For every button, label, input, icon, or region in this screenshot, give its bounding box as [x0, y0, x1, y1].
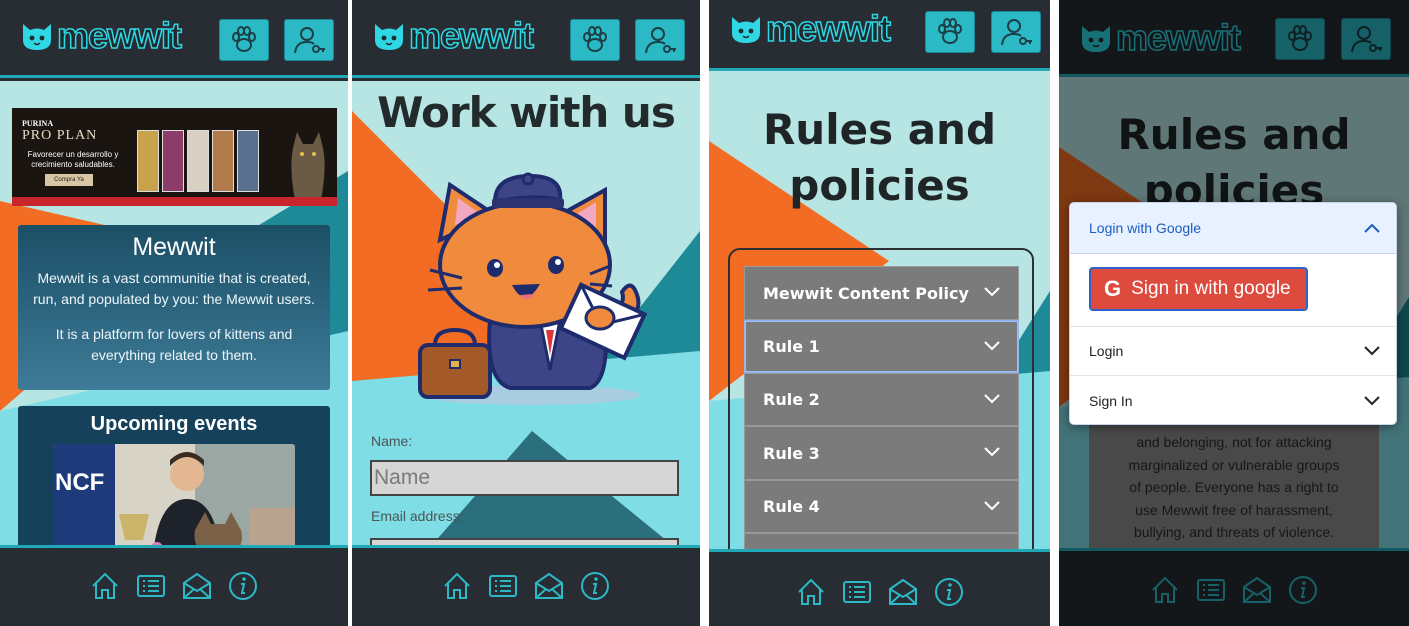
purina-advert[interactable]: PURINA PRO PLAN Favorecer un desarrollo … — [12, 108, 337, 206]
paw-icon — [938, 18, 962, 44]
page-title-line-2: policies — [789, 161, 970, 210]
product-pack — [212, 130, 234, 192]
list-icon[interactable] — [135, 570, 167, 602]
accordion-rule-3[interactable]: Rule 3 — [744, 426, 1019, 480]
mewwit-logo[interactable]: mewwit — [20, 15, 183, 56]
accordion-label: Rule 2 — [763, 390, 820, 409]
bottom-nav — [0, 545, 348, 626]
mail-icon[interactable] — [181, 570, 213, 602]
user-key-icon — [645, 27, 676, 54]
chevron-down-icon — [984, 447, 1000, 457]
user-login-button[interactable] — [635, 19, 685, 61]
accordion-content-policy[interactable]: Mewwit Content Policy — [744, 266, 1019, 320]
user-login-button[interactable] — [284, 19, 334, 61]
list-icon[interactable] — [487, 570, 519, 602]
accordion-rule-1[interactable]: Rule 1 — [744, 320, 1019, 373]
accordion-rule-4[interactable]: Rule 4 — [744, 480, 1019, 533]
cat-logo-icon — [732, 17, 760, 43]
mail-icon[interactable] — [887, 576, 919, 608]
info-icon[interactable] — [227, 570, 259, 602]
rules-screen: mewwit Rules and policies Mewwit Content… — [709, 0, 1050, 626]
accordion-label: Rule 1 — [763, 337, 820, 356]
name-input[interactable]: Name — [370, 460, 679, 496]
ad-cta-button[interactable]: Compra Ya — [45, 174, 93, 186]
mail-icon[interactable] — [533, 570, 565, 602]
brand-name: mewwit — [408, 15, 535, 56]
accordion-label: Rule 3 — [763, 443, 820, 463]
accordion-rule-2[interactable]: Rule 2 — [744, 373, 1019, 426]
chevron-down-icon — [984, 393, 1000, 403]
home-icon[interactable] — [795, 576, 827, 608]
accordion-label: Login with Google — [1089, 220, 1202, 236]
cat-logo-icon — [375, 24, 403, 50]
ad-tagline: Favorecer un desarrollo y crecimiento sa… — [27, 150, 119, 169]
ad-brand-name: PRO PLAN — [22, 128, 98, 143]
product-pack — [162, 130, 184, 192]
cat-photo — [291, 132, 325, 200]
about-card: Mewwit Mewwit is a vast communitie that … — [18, 225, 330, 390]
chevron-down-icon — [1364, 396, 1380, 406]
bottom-nav — [352, 545, 700, 626]
home-icon[interactable] — [89, 570, 121, 602]
about-paragraph-2: It is a platform for lovers of kittens a… — [55, 326, 293, 363]
google-icon: G — [1104, 276, 1122, 301]
user-login-button[interactable] — [991, 11, 1041, 53]
mewwit-logo[interactable]: mewwit — [729, 8, 892, 49]
home-screen: mewwit PURINA PRO PLAN Favorecer un desa… — [0, 0, 348, 626]
about-title: Mewwit — [132, 233, 216, 261]
top-bar: mewwit — [0, 0, 348, 78]
product-pack — [137, 130, 159, 192]
events-card: Upcoming events NCF — [18, 406, 330, 556]
brand-name: mewwit — [56, 15, 183, 56]
google-signin-label: Sign in with google — [1131, 278, 1291, 299]
chevron-down-icon — [984, 500, 1000, 510]
paw-icon — [232, 26, 256, 52]
mewwit-logo[interactable]: mewwit — [372, 15, 535, 56]
info-icon[interactable] — [933, 576, 965, 608]
event-photo-text: NCF — [55, 469, 104, 496]
email-label: Email address: — [371, 508, 464, 524]
accordion-login[interactable]: Login — [1070, 326, 1396, 376]
chevron-down-icon — [1364, 346, 1380, 356]
events-title: Upcoming events — [90, 413, 258, 435]
accordion-label: Rule 4 — [763, 497, 820, 516]
info-icon[interactable] — [579, 570, 611, 602]
work-with-us-screen: mewwit Work with us Name: Name Email add… — [352, 0, 700, 626]
paw-button[interactable] — [925, 11, 975, 53]
page-title: Work with us — [377, 88, 676, 137]
user-key-icon — [1001, 19, 1032, 46]
chevron-down-icon — [984, 340, 1000, 350]
chevron-down-icon — [984, 287, 1000, 297]
page-title-line-1: Rules and — [762, 105, 997, 154]
brand-name: mewwit — [765, 8, 892, 49]
accordion-label: Mewwit Content Policy — [763, 283, 969, 303]
paw-icon — [583, 26, 607, 52]
accordion-login-with-google[interactable]: Login with Google — [1070, 203, 1396, 254]
cat-logo-icon — [23, 24, 51, 50]
screenshot-collage: mewwit PURINA PRO PLAN Favorecer un desa… — [0, 0, 1409, 626]
accordion-label: Login — [1089, 343, 1124, 359]
paw-button[interactable] — [570, 19, 620, 61]
product-pack — [237, 130, 259, 192]
login-modal-screen: mewwit Rules and policies and belonging,… — [1059, 0, 1409, 626]
home-icon[interactable] — [441, 570, 473, 602]
about-paragraph-1: Mewwit is a vast communitie that is crea… — [33, 270, 315, 307]
postman-cat-illustration — [418, 172, 648, 405]
login-modal: Login with Google G Sign in with google … — [1069, 202, 1397, 425]
google-signin-button[interactable]: G Sign in with google — [1089, 267, 1308, 311]
bottom-nav — [709, 549, 1050, 626]
ad-footer-bar — [12, 197, 337, 206]
top-bar: mewwit — [352, 0, 700, 78]
top-bar: mewwit — [709, 0, 1050, 71]
user-key-icon — [294, 27, 325, 54]
chevron-up-icon — [1364, 223, 1380, 233]
paw-button[interactable] — [219, 19, 269, 61]
accordion-label: Sign In — [1089, 393, 1133, 409]
event-photo[interactable]: NCF — [53, 444, 295, 554]
accordion-sign-in[interactable]: Sign In — [1070, 376, 1396, 424]
list-icon[interactable] — [841, 576, 873, 608]
name-label: Name: — [371, 433, 413, 449]
product-pack — [187, 130, 209, 192]
